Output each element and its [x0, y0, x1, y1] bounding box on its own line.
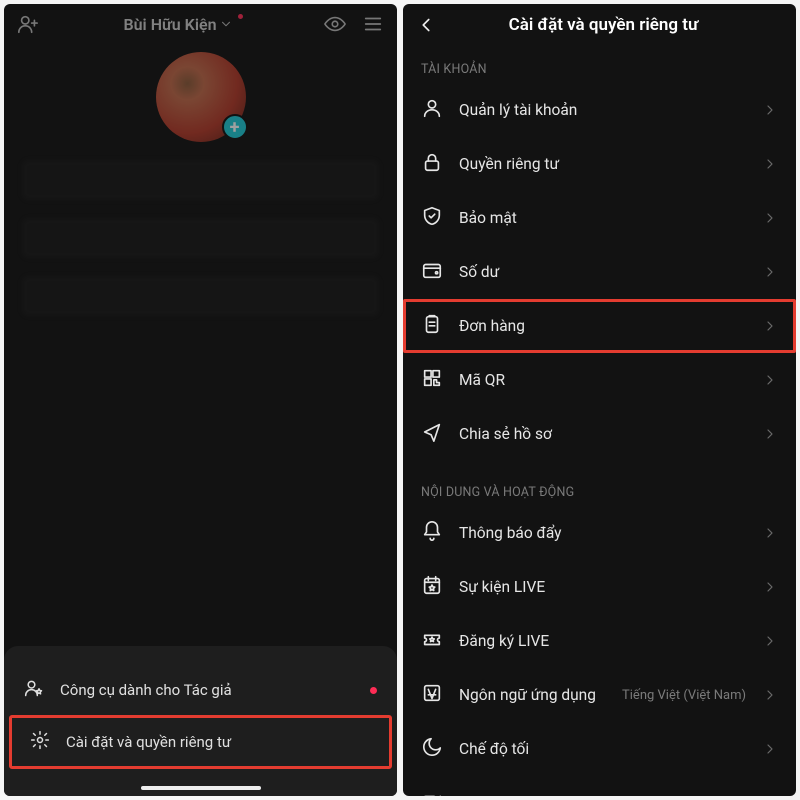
settings-header: Cài đặt và quyền riêng tư — [403, 4, 796, 46]
video-icon — [421, 790, 443, 796]
chevron-right-icon — [762, 102, 778, 118]
profile-header: Bùi Hữu Kiện — [4, 4, 397, 44]
menu-item-content-preferences[interactable]: Tùy chọn nội dung — [403, 776, 796, 796]
menu-item-label: Tùy chọn nội dung — [459, 794, 746, 796]
menu-item-live-events[interactable]: Sự kiện LIVE — [403, 560, 796, 614]
menu-item-push-notifications[interactable]: Thông báo đẩy — [403, 506, 796, 560]
ticket-star-icon — [421, 628, 443, 654]
chevron-right-icon — [762, 156, 778, 172]
menu-icon[interactable] — [361, 12, 385, 36]
menu-item-label: Đơn hàng — [459, 317, 746, 335]
username-dropdown[interactable]: Bùi Hữu Kiện — [40, 15, 323, 34]
notification-dot-icon — [370, 687, 377, 694]
shield-icon — [421, 205, 443, 231]
sheet-item-settings-privacy[interactable]: Cài đặt và quyền riêng tư — [10, 716, 391, 768]
chevron-right-icon — [762, 579, 778, 595]
menu-item-app-language[interactable]: Ngôn ngữ ứng dụng Tiếng Việt (Việt Nam) — [403, 668, 796, 722]
section-title-content: NỘI DUNG VÀ HOẠT ĐỘNG — [403, 469, 796, 506]
creator-tools-icon — [24, 678, 44, 702]
menu-item-label: Thông báo đẩy — [459, 524, 746, 542]
chevron-right-icon — [762, 210, 778, 226]
bottom-sheet: Công cụ dành cho Tác giả Cài đặt và quyề… — [4, 646, 397, 796]
menu-item-orders[interactable]: Đơn hàng — [403, 299, 796, 353]
menu-item-qr-code[interactable]: Mã QR — [403, 353, 796, 407]
share-icon — [421, 421, 443, 447]
left-phone-profile: Bùi Hữu Kiện + Công cụ dành cho — [4, 4, 397, 796]
qr-icon — [421, 367, 443, 393]
calendar-star-icon — [421, 574, 443, 600]
chevron-right-icon — [762, 741, 778, 757]
menu-item-balance[interactable]: Số dư — [403, 245, 796, 299]
chevron-right-icon — [762, 687, 778, 703]
menu-item-label: Mã QR — [459, 371, 746, 389]
menu-item-value: Tiếng Việt (Việt Nam) — [622, 688, 746, 703]
menu-item-live-subscription[interactable]: Đăng ký LIVE — [403, 614, 796, 668]
add-user-icon[interactable] — [16, 12, 40, 36]
menu-item-label: Sự kiện LIVE — [459, 578, 746, 596]
gear-icon — [30, 730, 50, 754]
menu-item-label: Chế độ tối — [459, 740, 746, 758]
sheet-item-label: Công cụ dành cho Tác giả — [60, 681, 232, 699]
sheet-item-label: Cài đặt và quyền riêng tư — [66, 733, 231, 751]
lock-icon — [421, 151, 443, 177]
menu-item-label: Ngôn ngữ ứng dụng — [459, 686, 606, 704]
menu-item-privacy[interactable]: Quyền riêng tư — [403, 137, 796, 191]
menu-content: Thông báo đẩy Sự kiện LIVE Đăng ký LIVE … — [403, 506, 796, 796]
username-label: Bùi Hữu Kiện — [123, 15, 216, 34]
menu-item-manage-account[interactable]: Quản lý tài khoản — [403, 83, 796, 137]
profile-body-dimmed — [4, 142, 397, 646]
chevron-right-icon — [762, 795, 778, 796]
menu-item-label: Đăng ký LIVE — [459, 632, 746, 650]
chevron-right-icon — [762, 318, 778, 334]
home-indicator — [141, 786, 261, 790]
chevron-right-icon — [762, 525, 778, 541]
bell-icon — [421, 520, 443, 546]
right-phone-settings: Cài đặt và quyền riêng tư TÀI KHOẢN Quản… — [403, 4, 796, 796]
page-title: Cài đặt và quyền riêng tư — [423, 15, 784, 35]
chevron-right-icon — [762, 372, 778, 388]
language-icon — [421, 682, 443, 708]
clipboard-icon — [421, 313, 443, 339]
menu-item-security[interactable]: Bảo mật — [403, 191, 796, 245]
menu-item-label: Bảo mật — [459, 209, 746, 227]
avatar-section: + — [4, 52, 397, 142]
menu-item-share-profile[interactable]: Chia sẻ hồ sơ — [403, 407, 796, 461]
person-icon — [421, 97, 443, 123]
notification-dot-icon — [238, 14, 243, 19]
sheet-item-creator-tools[interactable]: Công cụ dành cho Tác giả — [4, 664, 397, 716]
moon-icon — [421, 736, 443, 762]
eye-icon[interactable] — [323, 12, 347, 36]
section-title-account: TÀI KHOẢN — [403, 46, 796, 83]
chevron-right-icon — [762, 426, 778, 442]
chevron-right-icon — [762, 633, 778, 649]
menu-item-label: Quyền riêng tư — [459, 155, 746, 173]
add-story-icon[interactable]: + — [222, 114, 248, 140]
menu-account: Quản lý tài khoản Quyền riêng tư Bảo mật… — [403, 83, 796, 461]
wallet-icon — [421, 259, 443, 285]
menu-item-dark-mode[interactable]: Chế độ tối — [403, 722, 796, 776]
chevron-right-icon — [762, 264, 778, 280]
menu-item-label: Quản lý tài khoản — [459, 101, 746, 119]
menu-item-label: Chia sẻ hồ sơ — [459, 425, 746, 443]
menu-item-label: Số dư — [459, 263, 746, 281]
